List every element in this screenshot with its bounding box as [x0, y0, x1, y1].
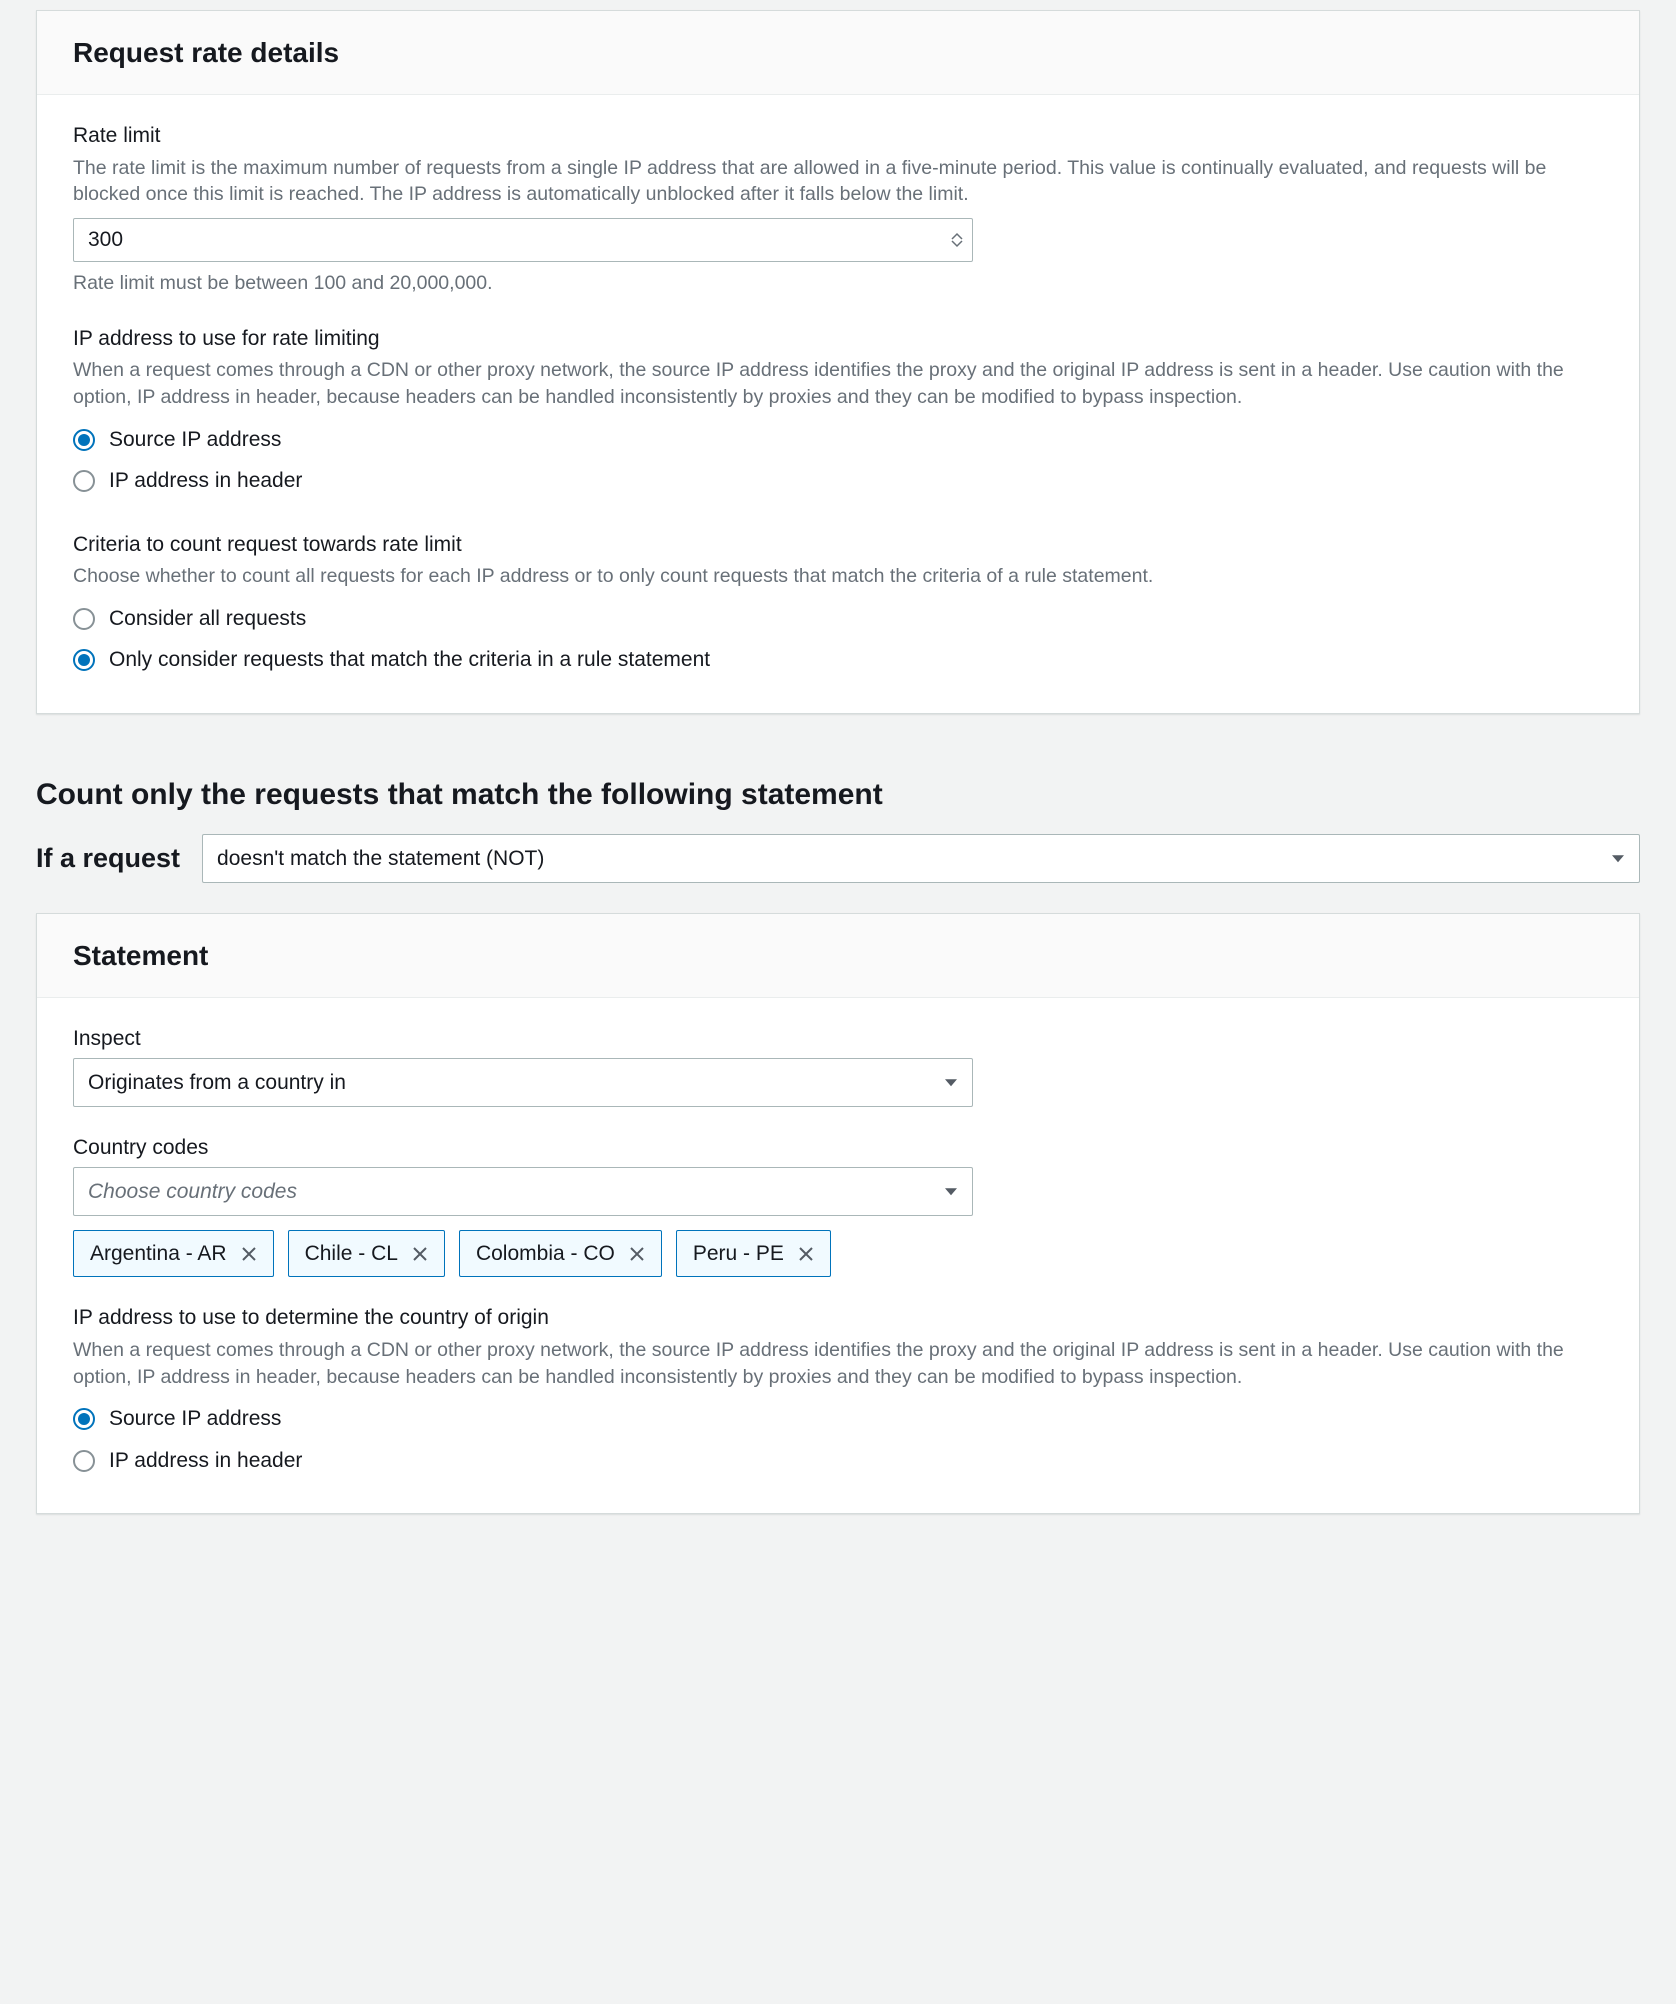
- token-remove-button[interactable]: [239, 1244, 259, 1264]
- radio-dot-icon: [73, 1450, 95, 1472]
- inspect-label: Inspect: [73, 1024, 1603, 1053]
- radio-label: Source IP address: [109, 425, 281, 454]
- inspect-field: Inspect Originates from a country in: [73, 1024, 1603, 1107]
- country-codes-select[interactable]: Choose country codes: [73, 1167, 973, 1216]
- panel-body: Rate limit The rate limit is the maximum…: [37, 95, 1639, 713]
- radio-dot-selected-icon: [73, 429, 95, 451]
- statement-panel: Statement Inspect Originates from a coun…: [36, 913, 1640, 1514]
- rate-limit-help: Rate limit must be between 100 and 20,00…: [73, 270, 1603, 297]
- ip-rate-limit-field: IP address to use for rate limiting When…: [73, 324, 1603, 504]
- close-icon: [412, 1246, 428, 1262]
- radio-origin-source-ip[interactable]: Source IP address: [73, 1400, 1603, 1441]
- rate-limit-input-wrap: [73, 218, 973, 262]
- origin-ip-field: IP address to use to determine the count…: [73, 1303, 1603, 1483]
- criteria-field: Criteria to count request towards rate l…: [73, 530, 1603, 683]
- radio-ip-in-header[interactable]: IP address in header: [73, 462, 1603, 503]
- panel-title: Statement: [73, 936, 1603, 975]
- token-label: Peru - PE: [693, 1239, 784, 1268]
- radio-label: IP address in header: [109, 1446, 302, 1475]
- country-token: Colombia - CO: [459, 1230, 662, 1277]
- token-label: Colombia - CO: [476, 1239, 615, 1268]
- radio-origin-ip-in-header[interactable]: IP address in header: [73, 1442, 1603, 1483]
- select-value: Originates from a country in: [88, 1071, 346, 1094]
- country-codes-label: Country codes: [73, 1133, 1603, 1162]
- origin-ip-desc: When a request comes through a CDN or ot…: [73, 1337, 1603, 1391]
- rate-limit-input[interactable]: [73, 218, 973, 262]
- caret-down-icon: [1611, 844, 1625, 873]
- radio-dot-icon: [73, 470, 95, 492]
- country-token: Peru - PE: [676, 1230, 831, 1277]
- rate-limit-field: Rate limit The rate limit is the maximum…: [73, 121, 1603, 298]
- chevron-up-icon: [951, 232, 963, 240]
- panel-body: Inspect Originates from a country in Cou…: [37, 998, 1639, 1513]
- country-token: Argentina - AR: [73, 1230, 274, 1277]
- radio-dot-selected-icon: [73, 1408, 95, 1430]
- close-icon: [798, 1246, 814, 1262]
- panel-title: Request rate details: [73, 33, 1603, 72]
- if-a-request-row: If a request doesn't match the statement…: [36, 834, 1640, 883]
- ip-rate-limit-desc: When a request comes through a CDN or ot…: [73, 357, 1603, 411]
- caret-down-icon: [944, 1176, 958, 1205]
- origin-ip-label: IP address to use to determine the count…: [73, 1303, 1603, 1332]
- close-icon: [629, 1246, 645, 1262]
- chevron-down-icon: [951, 240, 963, 248]
- caret-down-icon: [944, 1068, 958, 1097]
- radio-dot-selected-icon: [73, 649, 95, 671]
- select-placeholder: Choose country codes: [88, 1180, 297, 1203]
- rate-limit-desc: The rate limit is the maximum number of …: [73, 155, 1603, 209]
- radio-label: IP address in header: [109, 466, 302, 495]
- ip-rate-limit-label: IP address to use for rate limiting: [73, 324, 1603, 353]
- country-token: Chile - CL: [288, 1230, 445, 1277]
- panel-header: Request rate details: [37, 11, 1639, 95]
- inspect-select[interactable]: Originates from a country in: [73, 1058, 973, 1107]
- criteria-desc: Choose whether to count all requests for…: [73, 563, 1603, 590]
- token-label: Chile - CL: [305, 1239, 398, 1268]
- country-codes-field: Country codes Choose country codes Argen…: [73, 1133, 1603, 1277]
- if-a-request-select[interactable]: doesn't match the statement (NOT): [202, 834, 1640, 883]
- if-a-request-label: If a request: [36, 840, 180, 878]
- rate-limit-label: Rate limit: [73, 121, 1603, 150]
- token-remove-button[interactable]: [796, 1244, 816, 1264]
- rate-limit-stepper[interactable]: [951, 232, 963, 248]
- radio-label: Source IP address: [109, 1404, 281, 1433]
- request-rate-details-panel: Request rate details Rate limit The rate…: [36, 10, 1640, 714]
- criteria-label: Criteria to count request towards rate l…: [73, 530, 1603, 559]
- radio-source-ip[interactable]: Source IP address: [73, 421, 1603, 462]
- country-codes-tokens: Argentina - AR Chile - CL Colombia - CO: [73, 1230, 1603, 1277]
- radio-dot-icon: [73, 608, 95, 630]
- close-icon: [241, 1246, 257, 1262]
- radio-label: Consider all requests: [109, 604, 306, 633]
- panel-header: Statement: [37, 914, 1639, 998]
- token-remove-button[interactable]: [627, 1244, 647, 1264]
- radio-consider-all[interactable]: Consider all requests: [73, 600, 1603, 641]
- token-remove-button[interactable]: [410, 1244, 430, 1264]
- count-heading: Count only the requests that match the f…: [36, 774, 1640, 816]
- radio-only-match[interactable]: Only consider requests that match the cr…: [73, 641, 1603, 682]
- select-value: doesn't match the statement (NOT): [217, 847, 544, 870]
- radio-label: Only consider requests that match the cr…: [109, 645, 710, 674]
- token-label: Argentina - AR: [90, 1239, 227, 1268]
